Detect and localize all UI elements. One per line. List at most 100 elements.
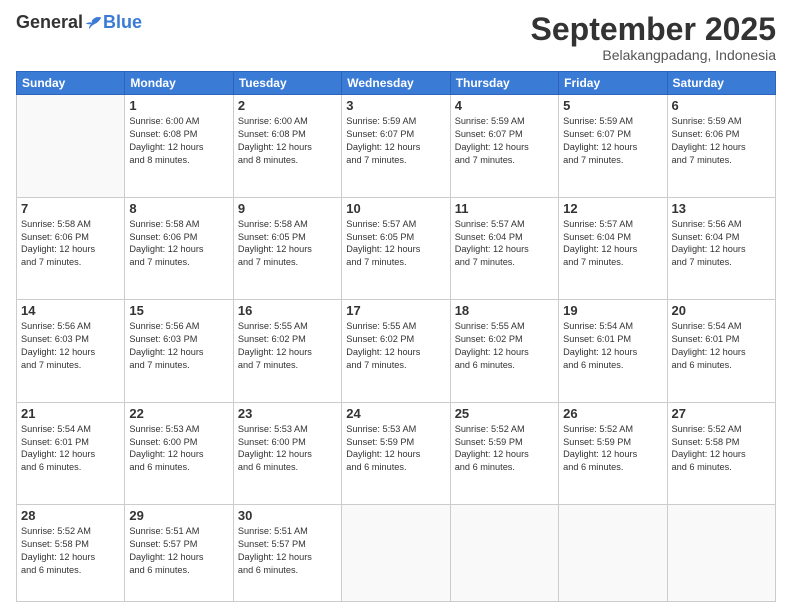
- day-number: 11: [455, 201, 554, 216]
- table-row: [450, 505, 558, 602]
- table-row: 15Sunrise: 5:56 AM Sunset: 6:03 PM Dayli…: [125, 300, 233, 403]
- day-number: 1: [129, 98, 228, 113]
- col-sunday: Sunday: [17, 72, 125, 95]
- day-info: Sunrise: 5:58 AM Sunset: 6:06 PM Dayligh…: [129, 218, 228, 270]
- table-row: 1 Sunrise: 6:00 AM Sunset: 6:08 PM Daylig…: [125, 95, 233, 198]
- table-row: 3Sunrise: 5:59 AM Sunset: 6:07 PM Daylig…: [342, 95, 450, 198]
- table-row: 19 Sunrise: 5:54 AM Sunset: 6:01 PM Dayli…: [559, 300, 667, 403]
- day-number: 28: [21, 508, 120, 523]
- day-number: 16: [238, 303, 337, 318]
- day-number: 12: [563, 201, 662, 216]
- day-number: 17: [346, 303, 445, 318]
- table-row: [17, 95, 125, 198]
- table-row: 22 Sunrise: 5:53 AM Sunset: 6:00 PM Dayli…: [125, 402, 233, 505]
- day-info: Sunrise: 5:55 AM Sunset: 6:02 PM Dayligh…: [346, 320, 445, 372]
- table-row: 11 Sunrise: 5:57 AM Sunset: 6:04 PM Dayli…: [450, 197, 558, 300]
- col-saturday: Saturday: [667, 72, 775, 95]
- col-monday: Monday: [125, 72, 233, 95]
- calendar-table: Sunday Monday Tuesday Wednesday Thursday…: [16, 71, 776, 602]
- table-row: 28Sunrise: 5:52 AM Sunset: 5:58 PM Dayli…: [17, 505, 125, 602]
- table-row: [559, 505, 667, 602]
- day-info: Sunrise: 5:59 AM Sunset: 6:07 PM Dayligh…: [455, 115, 554, 167]
- month-title: September 2025: [531, 12, 776, 47]
- table-row: 21 Sunrise: 5:54 AM Sunset: 6:01 PM Dayli…: [17, 402, 125, 505]
- day-info: Sunrise: 5:59 AM Sunset: 6:06 PM Dayligh…: [672, 115, 771, 167]
- col-thursday: Thursday: [450, 72, 558, 95]
- calendar-week-row: 21 Sunrise: 5:54 AM Sunset: 6:01 PM Dayli…: [17, 402, 776, 505]
- day-info: Sunrise: 6:00 AM Sunset: 6:08 PM Dayligh…: [129, 115, 228, 167]
- table-row: 20 Sunrise: 5:54 AM Sunset: 6:01 PM Dayli…: [667, 300, 775, 403]
- calendar-week-row: 7 Sunrise: 5:58 AM Sunset: 6:06 PM Daylig…: [17, 197, 776, 300]
- day-number: 27: [672, 406, 771, 421]
- table-row: 4Sunrise: 5:59 AM Sunset: 6:07 PM Daylig…: [450, 95, 558, 198]
- logo-blue: Blue: [103, 12, 142, 33]
- day-number: 13: [672, 201, 771, 216]
- table-row: 6 Sunrise: 5:59 AM Sunset: 6:06 PM Daylig…: [667, 95, 775, 198]
- day-info: Sunrise: 5:56 AM Sunset: 6:03 PM Dayligh…: [21, 320, 120, 372]
- table-row: 7 Sunrise: 5:58 AM Sunset: 6:06 PM Daylig…: [17, 197, 125, 300]
- table-row: 24Sunrise: 5:53 AM Sunset: 5:59 PM Dayli…: [342, 402, 450, 505]
- day-number: 5: [563, 98, 662, 113]
- day-info: Sunrise: 5:56 AM Sunset: 6:04 PM Dayligh…: [672, 218, 771, 270]
- day-info: Sunrise: 5:57 AM Sunset: 6:04 PM Dayligh…: [455, 218, 554, 270]
- table-row: 12 Sunrise: 5:57 AM Sunset: 6:04 PM Dayli…: [559, 197, 667, 300]
- day-number: 22: [129, 406, 228, 421]
- table-row: 30Sunrise: 5:51 AM Sunset: 5:57 PM Dayli…: [233, 505, 341, 602]
- day-info: Sunrise: 5:59 AM Sunset: 6:07 PM Dayligh…: [563, 115, 662, 167]
- day-number: 21: [21, 406, 120, 421]
- day-number: 19: [563, 303, 662, 318]
- day-info: Sunrise: 5:55 AM Sunset: 6:02 PM Dayligh…: [238, 320, 337, 372]
- day-info: Sunrise: 5:56 AM Sunset: 6:03 PM Dayligh…: [129, 320, 228, 372]
- table-row: 25Sunrise: 5:52 AM Sunset: 5:59 PM Dayli…: [450, 402, 558, 505]
- table-row: 26 Sunrise: 5:52 AM Sunset: 5:59 PM Dayli…: [559, 402, 667, 505]
- day-info: Sunrise: 5:52 AM Sunset: 5:59 PM Dayligh…: [455, 423, 554, 475]
- day-info: Sunrise: 5:53 AM Sunset: 6:00 PM Dayligh…: [238, 423, 337, 475]
- calendar-week-row: 1 Sunrise: 6:00 AM Sunset: 6:08 PM Daylig…: [17, 95, 776, 198]
- day-info: Sunrise: 5:54 AM Sunset: 6:01 PM Dayligh…: [21, 423, 120, 475]
- table-row: 17 Sunrise: 5:55 AM Sunset: 6:02 PM Dayli…: [342, 300, 450, 403]
- day-info: Sunrise: 5:52 AM Sunset: 5:58 PM Dayligh…: [672, 423, 771, 475]
- day-number: 6: [672, 98, 771, 113]
- table-row: 18 Sunrise: 5:55 AM Sunset: 6:02 PM Dayli…: [450, 300, 558, 403]
- day-number: 29: [129, 508, 228, 523]
- day-info: Sunrise: 5:51 AM Sunset: 5:57 PM Dayligh…: [238, 525, 337, 577]
- day-info: Sunrise: 5:57 AM Sunset: 6:05 PM Dayligh…: [346, 218, 445, 270]
- logo-general: General: [16, 12, 83, 33]
- day-number: 20: [672, 303, 771, 318]
- day-number: 3: [346, 98, 445, 113]
- day-number: 24: [346, 406, 445, 421]
- day-number: 7: [21, 201, 120, 216]
- table-row: 9Sunrise: 5:58 AM Sunset: 6:05 PM Daylig…: [233, 197, 341, 300]
- day-info: Sunrise: 5:57 AM Sunset: 6:04 PM Dayligh…: [563, 218, 662, 270]
- table-row: [342, 505, 450, 602]
- day-number: 26: [563, 406, 662, 421]
- col-wednesday: Wednesday: [342, 72, 450, 95]
- calendar-week-row: 28Sunrise: 5:52 AM Sunset: 5:58 PM Dayli…: [17, 505, 776, 602]
- day-number: 10: [346, 201, 445, 216]
- col-friday: Friday: [559, 72, 667, 95]
- day-info: Sunrise: 5:52 AM Sunset: 5:59 PM Dayligh…: [563, 423, 662, 475]
- day-info: Sunrise: 5:54 AM Sunset: 6:01 PM Dayligh…: [563, 320, 662, 372]
- col-tuesday: Tuesday: [233, 72, 341, 95]
- table-row: 8Sunrise: 5:58 AM Sunset: 6:06 PM Daylig…: [125, 197, 233, 300]
- table-row: 14 Sunrise: 5:56 AM Sunset: 6:03 PM Dayli…: [17, 300, 125, 403]
- day-info: Sunrise: 5:53 AM Sunset: 6:00 PM Dayligh…: [129, 423, 228, 475]
- logo-text: General Blue: [16, 12, 142, 33]
- header: General Blue September 2025 Belakangpada…: [16, 12, 776, 63]
- day-info: Sunrise: 5:55 AM Sunset: 6:02 PM Dayligh…: [455, 320, 554, 372]
- calendar-week-row: 14 Sunrise: 5:56 AM Sunset: 6:03 PM Dayli…: [17, 300, 776, 403]
- table-row: [667, 505, 775, 602]
- calendar-header-row: Sunday Monday Tuesday Wednesday Thursday…: [17, 72, 776, 95]
- title-block: September 2025 Belakangpadang, Indonesia: [531, 12, 776, 63]
- day-info: Sunrise: 5:58 AM Sunset: 6:06 PM Dayligh…: [21, 218, 120, 270]
- logo: General Blue: [16, 12, 142, 33]
- table-row: 23 Sunrise: 5:53 AM Sunset: 6:00 PM Dayli…: [233, 402, 341, 505]
- day-number: 2: [238, 98, 337, 113]
- table-row: 13 Sunrise: 5:56 AM Sunset: 6:04 PM Dayli…: [667, 197, 775, 300]
- day-number: 14: [21, 303, 120, 318]
- day-number: 23: [238, 406, 337, 421]
- day-number: 18: [455, 303, 554, 318]
- day-info: Sunrise: 5:58 AM Sunset: 6:05 PM Dayligh…: [238, 218, 337, 270]
- day-info: Sunrise: 5:51 AM Sunset: 5:57 PM Dayligh…: [129, 525, 228, 577]
- day-info: Sunrise: 5:54 AM Sunset: 6:01 PM Dayligh…: [672, 320, 771, 372]
